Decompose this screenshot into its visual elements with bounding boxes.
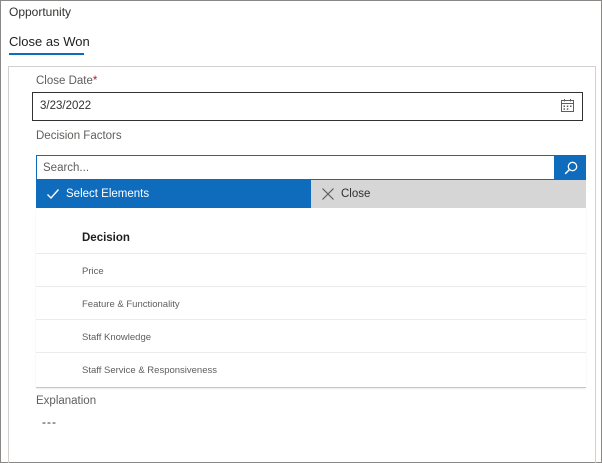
column-header-decision: Decision xyxy=(82,232,130,244)
tab-underline xyxy=(9,53,84,55)
list-item-label: Staff Knowledge xyxy=(82,332,152,343)
select-elements-label: Select Elements xyxy=(66,188,150,200)
decision-search xyxy=(36,155,586,180)
explanation-label: Explanation xyxy=(36,395,97,407)
decision-factors-label: Decision Factors xyxy=(36,130,122,142)
lookup-actionbar: Select Elements Close xyxy=(36,180,586,208)
explanation-value[interactable]: --- xyxy=(42,415,57,429)
list-item-label: Staff Service & Responsiveness xyxy=(82,365,218,376)
calendar-icon[interactable] xyxy=(561,99,574,112)
search-input[interactable] xyxy=(36,155,555,180)
tab-close-as-won[interactable]: Close as Won xyxy=(9,34,90,49)
select-elements-button[interactable]: Select Elements xyxy=(36,180,311,208)
close-date-value: 3/23/2022 xyxy=(40,100,92,112)
close-label: Close xyxy=(341,188,371,200)
list-item-label: Feature & Functionality xyxy=(82,299,180,310)
checkmark-icon xyxy=(47,189,60,200)
dialog-frame: Opportunity Close as Won Close Date* 3/2… xyxy=(0,0,602,463)
close-date-field[interactable]: 3/23/2022 xyxy=(32,92,583,121)
list-item[interactable]: Staff Service & Responsiveness xyxy=(36,352,586,385)
close-date-label-text: Close Date xyxy=(36,75,93,87)
close-date-label: Close Date* xyxy=(36,75,97,87)
search-icon xyxy=(564,161,577,174)
list-item[interactable]: Feature & Functionality xyxy=(36,286,586,319)
required-marker: * xyxy=(92,75,98,87)
close-button[interactable]: Close xyxy=(311,180,586,208)
search-button[interactable] xyxy=(555,155,586,180)
list-item[interactable]: Price xyxy=(36,253,586,286)
list-item-label: Price xyxy=(82,266,104,277)
list-item[interactable]: Staff Knowledge xyxy=(36,319,586,352)
decision-list: Decision Price Feature & Functionality S… xyxy=(36,208,586,388)
close-icon xyxy=(322,188,334,200)
window-title: Opportunity xyxy=(9,5,72,19)
